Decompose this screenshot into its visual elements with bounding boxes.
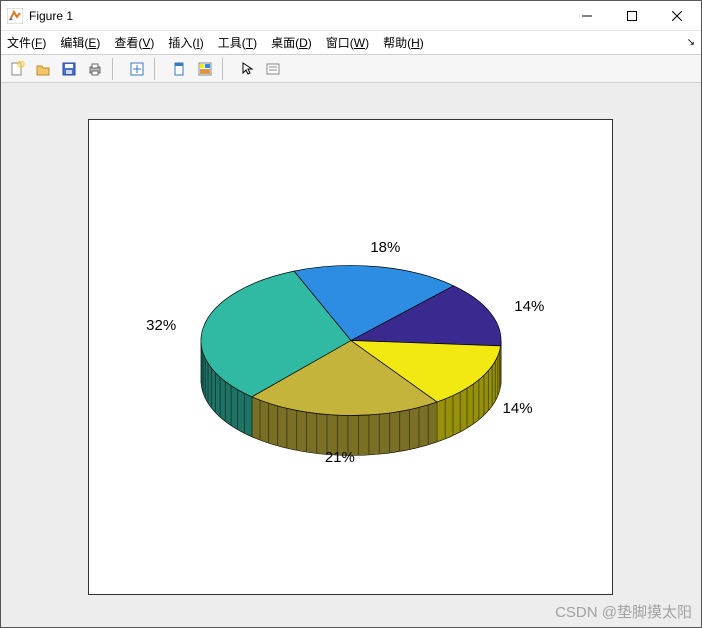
colorbar-button[interactable] — [193, 57, 217, 81]
toolbar-separator — [222, 58, 230, 80]
close-button[interactable] — [654, 1, 699, 30]
save-button[interactable] — [57, 57, 81, 81]
menu-edit[interactable]: 编辑(E) — [60, 34, 100, 51]
pointer-button[interactable] — [235, 57, 259, 81]
pie-label: 14% — [514, 298, 544, 315]
new-button[interactable] — [5, 57, 29, 81]
print-button[interactable] — [83, 57, 107, 81]
pie-label: 14% — [503, 400, 533, 417]
matlab-icon — [7, 8, 23, 24]
open-button[interactable] — [31, 57, 55, 81]
minimize-button[interactable] — [564, 1, 609, 30]
datacursor-button[interactable] — [167, 57, 191, 81]
pie-label: 18% — [370, 239, 400, 256]
link-button[interactable] — [125, 57, 149, 81]
menu-help[interactable]: 帮助(H) — [383, 34, 424, 51]
menu-window[interactable]: 窗口(W) — [326, 34, 369, 51]
pie-label: 32% — [146, 317, 176, 334]
maximize-button[interactable] — [609, 1, 654, 30]
toolbar-separator — [112, 58, 120, 80]
toolbar-separator — [154, 58, 162, 80]
pie-label: 21% — [325, 449, 355, 466]
window-buttons — [564, 1, 699, 30]
toolbar — [1, 55, 701, 83]
titlebar: Figure 1 — [1, 1, 701, 31]
window-title: Figure 1 — [29, 9, 564, 23]
menu-file[interactable]: 文件(F) — [7, 34, 46, 51]
axes: 21% 32% 18% 14% 14% — [88, 119, 613, 595]
menu-insert[interactable]: 插入(I) — [168, 34, 203, 51]
menu-desktop[interactable]: 桌面(D) — [271, 34, 312, 51]
menu-view[interactable]: 查看(V) — [114, 34, 154, 51]
figure-canvas: 21% 32% 18% 14% 14% — [1, 83, 701, 627]
figure-window: Figure 1 文件(F) 编辑(E) 查看(V) 插入(I) 工具(T) 桌… — [0, 0, 702, 628]
menu-tools[interactable]: 工具(T) — [218, 34, 257, 51]
legend-button[interactable] — [261, 57, 285, 81]
menubar: 文件(F) 编辑(E) 查看(V) 插入(I) 工具(T) 桌面(D) 窗口(W… — [1, 31, 701, 55]
menu-overflow-icon[interactable]: ↘ — [687, 37, 695, 48]
